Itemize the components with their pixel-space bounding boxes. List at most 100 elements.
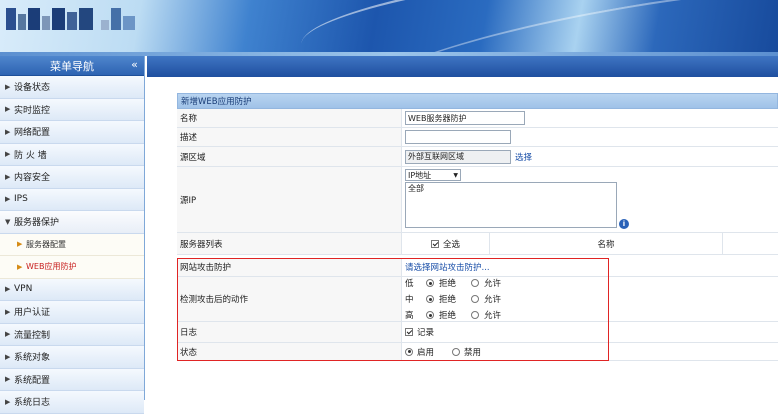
action-high-row: 高 拒绝 允许 xyxy=(405,309,501,321)
select-all-label: 全选 xyxy=(442,239,460,250)
caret-right-icon: ▶ xyxy=(5,285,11,294)
sidebar-item-ips[interactable]: ▶ IPS xyxy=(0,188,144,211)
select-all-cell: 全选 xyxy=(402,232,490,255)
disable-label: 禁用 xyxy=(464,347,482,358)
allow-label: 允许 xyxy=(484,279,502,289)
web-protection-form: 新增WEB应用防护 名称 WEB服务器防护 描述 源区域 外部互联网区域 选择 … xyxy=(177,93,778,373)
level-label: 中 xyxy=(405,295,414,305)
caret-right-icon: ▶ xyxy=(5,150,11,159)
sidebar-item-label: 系统配置 xyxy=(14,375,51,386)
mid-deny-radio[interactable] xyxy=(426,295,434,303)
source-ip-row: 源IP IP地址 ▼ 全部 i xyxy=(177,167,778,233)
sidebar-item-content-security[interactable]: ▶ 内容安全 xyxy=(0,166,144,189)
caret-right-icon: ▶ xyxy=(5,375,11,384)
caret-right-icon: ▶ xyxy=(5,397,11,406)
sidebar-item-system-log[interactable]: ▶ 系统日志 xyxy=(0,391,144,414)
source-ip-label: 源IP xyxy=(177,167,402,232)
sidebar-item-label: 服务器配置 xyxy=(26,239,66,249)
name-column-header: 名称 xyxy=(490,232,723,255)
source-ip-type-value: IP地址 xyxy=(408,170,432,180)
sidebar-item-server-protection[interactable]: ▼ 服务器保护 xyxy=(0,211,144,234)
server-list-label: 服务器列表 xyxy=(177,233,402,254)
sidebar-item-firewall[interactable]: ▶ 防 火 墙 xyxy=(0,143,144,166)
sidebar-item-label: 防 火 墙 xyxy=(14,150,47,161)
sidebar-item-label: 内容安全 xyxy=(14,173,51,184)
description-label: 描述 xyxy=(177,128,402,146)
sidebar-item-label: IPS xyxy=(14,194,28,205)
deny-label: 拒绝 xyxy=(439,279,457,289)
dropdown-arrow-icon: ▼ xyxy=(453,171,458,179)
sidebar-item-system-config[interactable]: ▶ 系统配置 xyxy=(0,368,144,391)
low-allow-radio[interactable] xyxy=(471,279,480,287)
sidebar-item-label: 用户认证 xyxy=(14,308,51,319)
name-row: 名称 WEB服务器防护 xyxy=(177,109,778,128)
form-title: 新增WEB应用防护 xyxy=(177,93,778,109)
disable-radio[interactable] xyxy=(452,347,461,356)
content-topbar xyxy=(147,56,778,77)
logo xyxy=(6,8,135,30)
level-label: 低 xyxy=(405,279,414,289)
sidebar-item-network-config[interactable]: ▶ 网络配置 xyxy=(0,121,144,144)
source-zone-input[interactable]: 外部互联网区域 xyxy=(405,149,511,164)
log-label: 日志 xyxy=(177,322,402,342)
level-label: 高 xyxy=(405,311,414,321)
source-ip-list[interactable]: 全部 xyxy=(405,182,617,228)
caret-down-icon: ▼ xyxy=(5,217,11,226)
enable-radio[interactable] xyxy=(405,347,413,356)
sidebar-item-system-objects[interactable]: ▶ 系统对象 xyxy=(0,346,144,369)
source-ip-type-select[interactable]: IP地址 ▼ xyxy=(405,169,461,181)
attack-protection-select-link[interactable]: 请选择网站攻击防护... xyxy=(405,261,490,273)
sidebar-item-label: WEB应用防护 xyxy=(26,262,77,272)
caret-right-icon: ▶ xyxy=(5,307,11,316)
status-label: 状态 xyxy=(177,343,402,360)
sidebar-item-vpn[interactable]: ▶ VPN xyxy=(0,278,144,301)
caret-right-icon: ▶ xyxy=(5,352,11,361)
sidebar-item-user-auth[interactable]: ▶ 用户认证 xyxy=(0,301,144,324)
caret-right-icon: ▶ xyxy=(5,195,11,204)
sidebar-item-label: 实时监控 xyxy=(14,105,51,116)
caret-right-icon: ▶ xyxy=(5,105,11,114)
sidebar-item-traffic-control[interactable]: ▶ 流量控制 xyxy=(0,323,144,346)
caret-right-icon: ▶ xyxy=(5,127,11,136)
deny-label: 拒绝 xyxy=(439,311,457,321)
allow-label: 允许 xyxy=(484,295,502,305)
attack-action-row: 检测攻击后的动作 低 拒绝 允许 中 拒绝 允许 高 拒绝 允许 xyxy=(177,277,778,322)
sidebar-title: 菜单导航 xyxy=(50,59,94,73)
description-input[interactable] xyxy=(405,130,511,144)
enable-label: 启用 xyxy=(417,347,435,358)
name-input[interactable]: WEB服务器防护 xyxy=(405,111,525,125)
high-deny-radio[interactable] xyxy=(426,311,434,319)
log-row: 日志 记录 xyxy=(177,322,778,343)
select-all-checkbox[interactable] xyxy=(430,239,439,248)
low-deny-radio[interactable] xyxy=(426,279,434,287)
sidebar-item-device-status[interactable]: ▶ 设备状态 xyxy=(0,76,144,99)
app-header xyxy=(0,0,778,56)
server-list-row: 服务器列表 全选 名称 xyxy=(177,232,778,255)
status-row: 状态 启用 禁用 xyxy=(177,343,778,361)
collapse-icon[interactable]: « xyxy=(128,59,141,72)
source-zone-label: 源区域 xyxy=(177,147,402,166)
mid-allow-radio[interactable] xyxy=(471,295,480,303)
sidebar-item-label: 设备状态 xyxy=(14,83,51,94)
log-record-checkbox[interactable] xyxy=(405,328,413,336)
caret-right-icon: ▶ xyxy=(5,82,11,91)
sidebar-subitem-web-protection[interactable]: ▶ WEB应用防护 xyxy=(0,256,144,279)
source-zone-select-link[interactable]: 选择 xyxy=(515,151,532,163)
sidebar-subitem-server-config[interactable]: ▶ 服务器配置 xyxy=(0,233,144,256)
caret-right-icon: ▶ xyxy=(5,172,11,181)
allow-label: 允许 xyxy=(484,311,502,321)
sidebar-menu: 菜单导航 « ▶ 设备状态 ▶ 实时监控 ▶ 网络配置 ▶ 防 火 墙 ▶ 内容安全 ▶ I… xyxy=(0,56,145,414)
info-icon[interactable]: i xyxy=(619,219,629,229)
sidebar-item-label: 系统对象 xyxy=(14,353,51,364)
sidebar-item-realtime-monitor[interactable]: ▶ 实时监控 xyxy=(0,98,144,121)
caret-right-icon: ▶ xyxy=(17,262,23,271)
name-label: 名称 xyxy=(177,109,402,127)
high-allow-radio[interactable] xyxy=(471,311,480,319)
source-zone-row: 源区域 外部互联网区域 选择 xyxy=(177,147,778,167)
caret-right-icon: ▶ xyxy=(5,330,11,339)
deny-label: 拒绝 xyxy=(439,295,457,305)
log-record-label: 记录 xyxy=(417,328,435,338)
sidebar-item-label: VPN xyxy=(14,284,33,295)
sidebar-item-label: 网络配置 xyxy=(14,128,51,139)
attack-action-label: 检测攻击后的动作 xyxy=(177,277,402,321)
